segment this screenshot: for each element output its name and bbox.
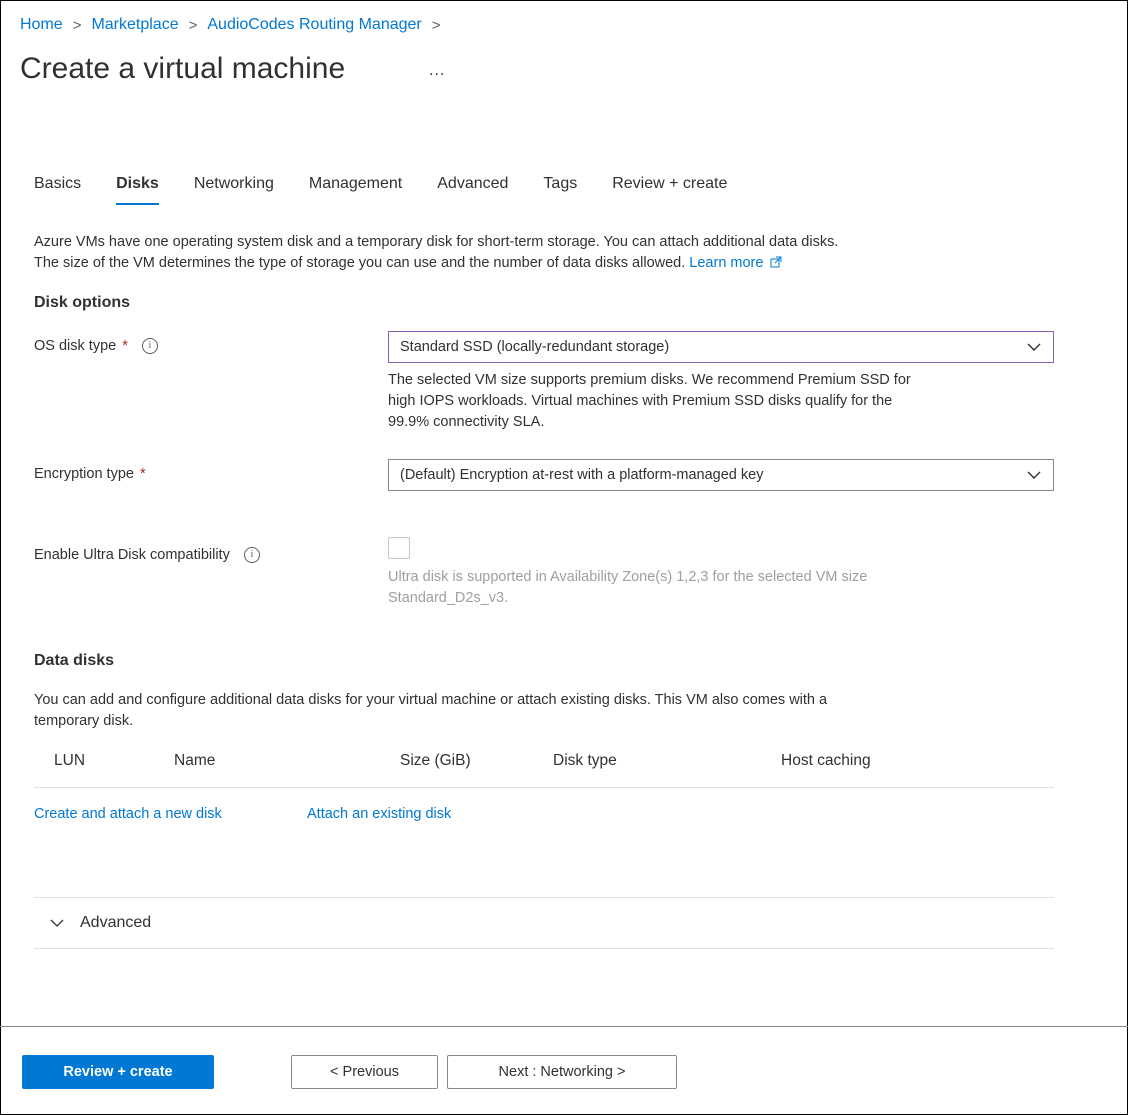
breadcrumb-separator: > bbox=[431, 16, 441, 34]
tab-tags[interactable]: Tags bbox=[543, 175, 577, 205]
os-disk-type-select[interactable]: Standard SSD (locally-redundant storage) bbox=[388, 331, 1054, 363]
breadcrumb-separator: > bbox=[72, 16, 82, 34]
encryption-type-label: Encryption type * bbox=[34, 466, 146, 482]
info-icon[interactable]: i bbox=[141, 338, 158, 354]
footer-divider bbox=[0, 1026, 1128, 1027]
tab-advanced[interactable]: Advanced bbox=[437, 175, 508, 205]
divider bbox=[34, 897, 1054, 898]
divider bbox=[34, 948, 1054, 949]
intro-line-1: Azure VMs have one operating system disk… bbox=[34, 234, 839, 250]
ultra-disk-label: Enable Ultra Disk compatibility i bbox=[34, 547, 260, 563]
breadcrumb-separator: > bbox=[188, 16, 198, 34]
data-disks-heading: Data disks bbox=[34, 652, 115, 669]
tab-disks[interactable]: Disks bbox=[116, 175, 159, 205]
previous-button[interactable]: < Previous bbox=[291, 1055, 438, 1089]
chevron-down-icon bbox=[1027, 343, 1041, 351]
page-title: Create a virtual machine bbox=[20, 52, 346, 85]
tab-bar: Basics Disks Networking Management Advan… bbox=[34, 175, 762, 205]
column-header-disk-type: Disk type bbox=[553, 752, 617, 769]
required-marker: * bbox=[122, 338, 128, 354]
ultra-disk-checkbox[interactable] bbox=[388, 537, 410, 559]
column-header-size: Size (GiB) bbox=[400, 752, 471, 769]
column-header-lun: LUN bbox=[54, 752, 86, 769]
chevron-down-icon bbox=[1027, 471, 1041, 479]
chevron-down-icon bbox=[50, 919, 64, 927]
tab-networking[interactable]: Networking bbox=[194, 175, 274, 205]
os-disk-type-help: The selected VM size supports premium di… bbox=[388, 372, 911, 430]
tab-review-create[interactable]: Review + create bbox=[612, 175, 727, 205]
attach-existing-disk-link[interactable]: Attach an existing disk bbox=[307, 806, 451, 822]
table-divider bbox=[34, 787, 1054, 788]
create-attach-disk-link[interactable]: Create and attach a new disk bbox=[34, 806, 222, 822]
advanced-expander[interactable]: Advanced bbox=[50, 914, 151, 932]
intro-line-2: The size of the VM determines the type o… bbox=[34, 255, 686, 271]
breadcrumb: Home > Marketplace > AudioCodes Routing … bbox=[20, 16, 441, 34]
intro-text: Azure VMs have one operating system disk… bbox=[34, 232, 1094, 274]
breadcrumb-audiocodes[interactable]: AudioCodes Routing Manager bbox=[207, 16, 421, 34]
os-disk-type-label: OS disk type * i bbox=[34, 338, 158, 354]
disk-options-heading: Disk options bbox=[34, 294, 131, 311]
required-marker: * bbox=[139, 466, 146, 482]
next-networking-button[interactable]: Next : Networking > bbox=[447, 1055, 677, 1089]
info-icon[interactable]: i bbox=[243, 547, 260, 563]
more-options-button[interactable]: ... bbox=[429, 62, 445, 80]
breadcrumb-home[interactable]: Home bbox=[20, 16, 63, 34]
breadcrumb-marketplace[interactable]: Marketplace bbox=[91, 16, 178, 34]
review-create-button[interactable]: Review + create bbox=[22, 1055, 214, 1089]
tab-basics[interactable]: Basics bbox=[34, 175, 81, 205]
encryption-type-select[interactable]: (Default) Encryption at-rest with a plat… bbox=[388, 459, 1054, 491]
learn-more-link[interactable]: Learn more bbox=[689, 255, 782, 271]
ultra-disk-help: Ultra disk is supported in Availability … bbox=[388, 569, 868, 606]
tab-management[interactable]: Management bbox=[309, 175, 402, 205]
column-header-name: Name bbox=[174, 752, 216, 769]
column-header-host-caching: Host caching bbox=[781, 752, 871, 769]
external-link-icon bbox=[770, 256, 782, 268]
data-disks-description: You can add and configure additional dat… bbox=[34, 692, 828, 729]
